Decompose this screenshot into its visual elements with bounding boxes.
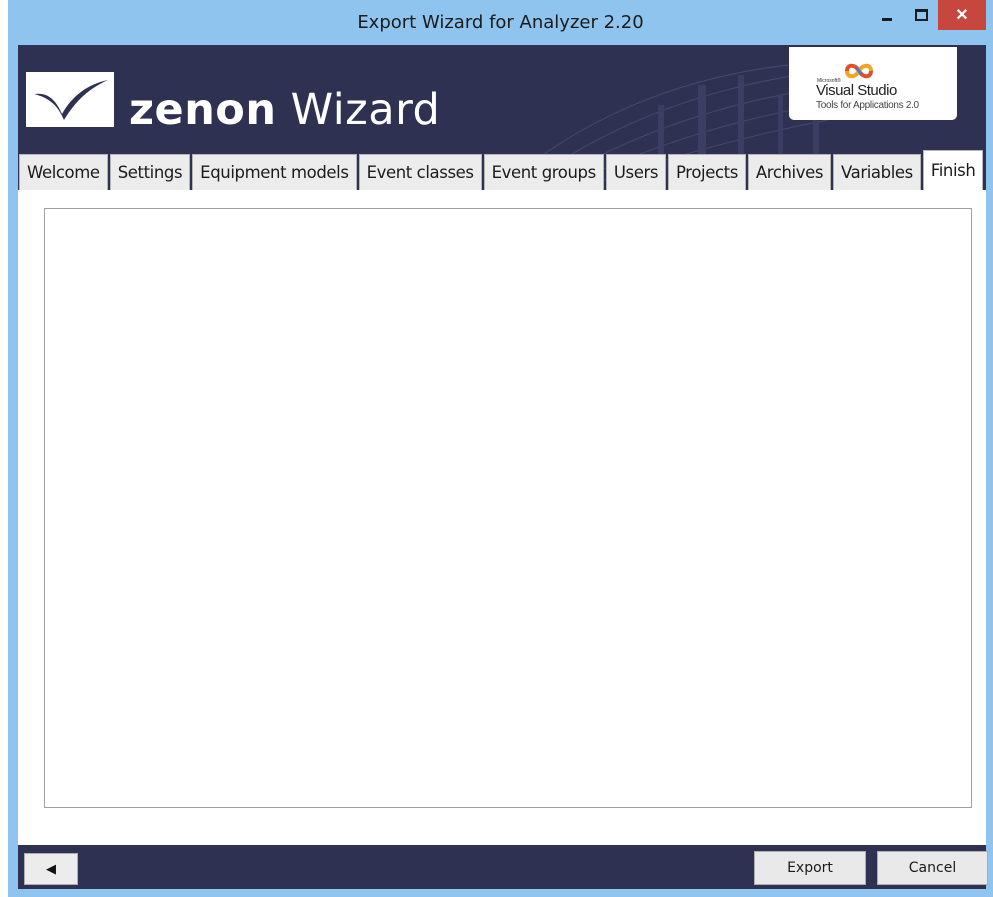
vs-subtitle: Tools for Applications 2.0 [816,100,919,111]
minimize-icon [882,17,892,21]
close-icon: ✕ [955,7,969,24]
close-button[interactable]: ✕ [938,0,986,30]
brand-title: zenon Wizard [129,85,440,135]
maximize-icon [914,9,928,21]
finish-log-panel[interactable] [44,208,972,808]
tab-event-groups[interactable]: Event groups [483,154,604,190]
visual-studio-badge: Microsoft® Visual Studio Tools for Appli… [789,47,957,120]
brand-bold: zenon [129,85,277,135]
tab-archives[interactable]: Archives [747,154,832,190]
tab-users[interactable]: Users [605,154,667,190]
zenon-swoosh-icon [34,80,108,120]
back-arrow-icon: ◀ [46,861,56,876]
title-bar[interactable]: Export Wizard for Analyzer 2.20 ✕ [8,0,993,45]
vs-infinity-icon [845,63,873,79]
client-area: zenon Wizard Microsoft® Visual Studio To… [18,45,988,889]
window-title: Export Wizard for Analyzer 2.20 [357,12,644,33]
wizard-footer: ◀ Export Cancel [18,845,988,889]
wizard-tabs: Welcome Settings Equipment models Event … [18,150,985,190]
export-button[interactable]: Export [754,851,866,885]
brand-light: Wizard [276,85,441,135]
tab-event-classes[interactable]: Event classes [358,154,482,190]
tab-welcome[interactable]: Welcome [19,154,108,190]
tab-settings[interactable]: Settings [109,154,191,190]
app-window: Export Wizard for Analyzer 2.20 ✕ zenon … [8,0,993,897]
tab-variables[interactable]: Variables [833,154,921,190]
tab-finish[interactable]: Finish [922,150,984,190]
back-button[interactable]: ◀ [24,853,78,885]
minimize-button[interactable] [870,0,904,30]
wizard-banner: zenon Wizard Microsoft® Visual Studio To… [18,45,986,190]
tab-equipment-models[interactable]: Equipment models [192,154,357,190]
maximize-button[interactable] [904,0,938,30]
cancel-button[interactable]: Cancel [877,851,988,885]
tab-projects[interactable]: Projects [668,154,746,190]
zenon-logo [26,72,114,127]
vs-product: Visual Studio [816,82,897,99]
